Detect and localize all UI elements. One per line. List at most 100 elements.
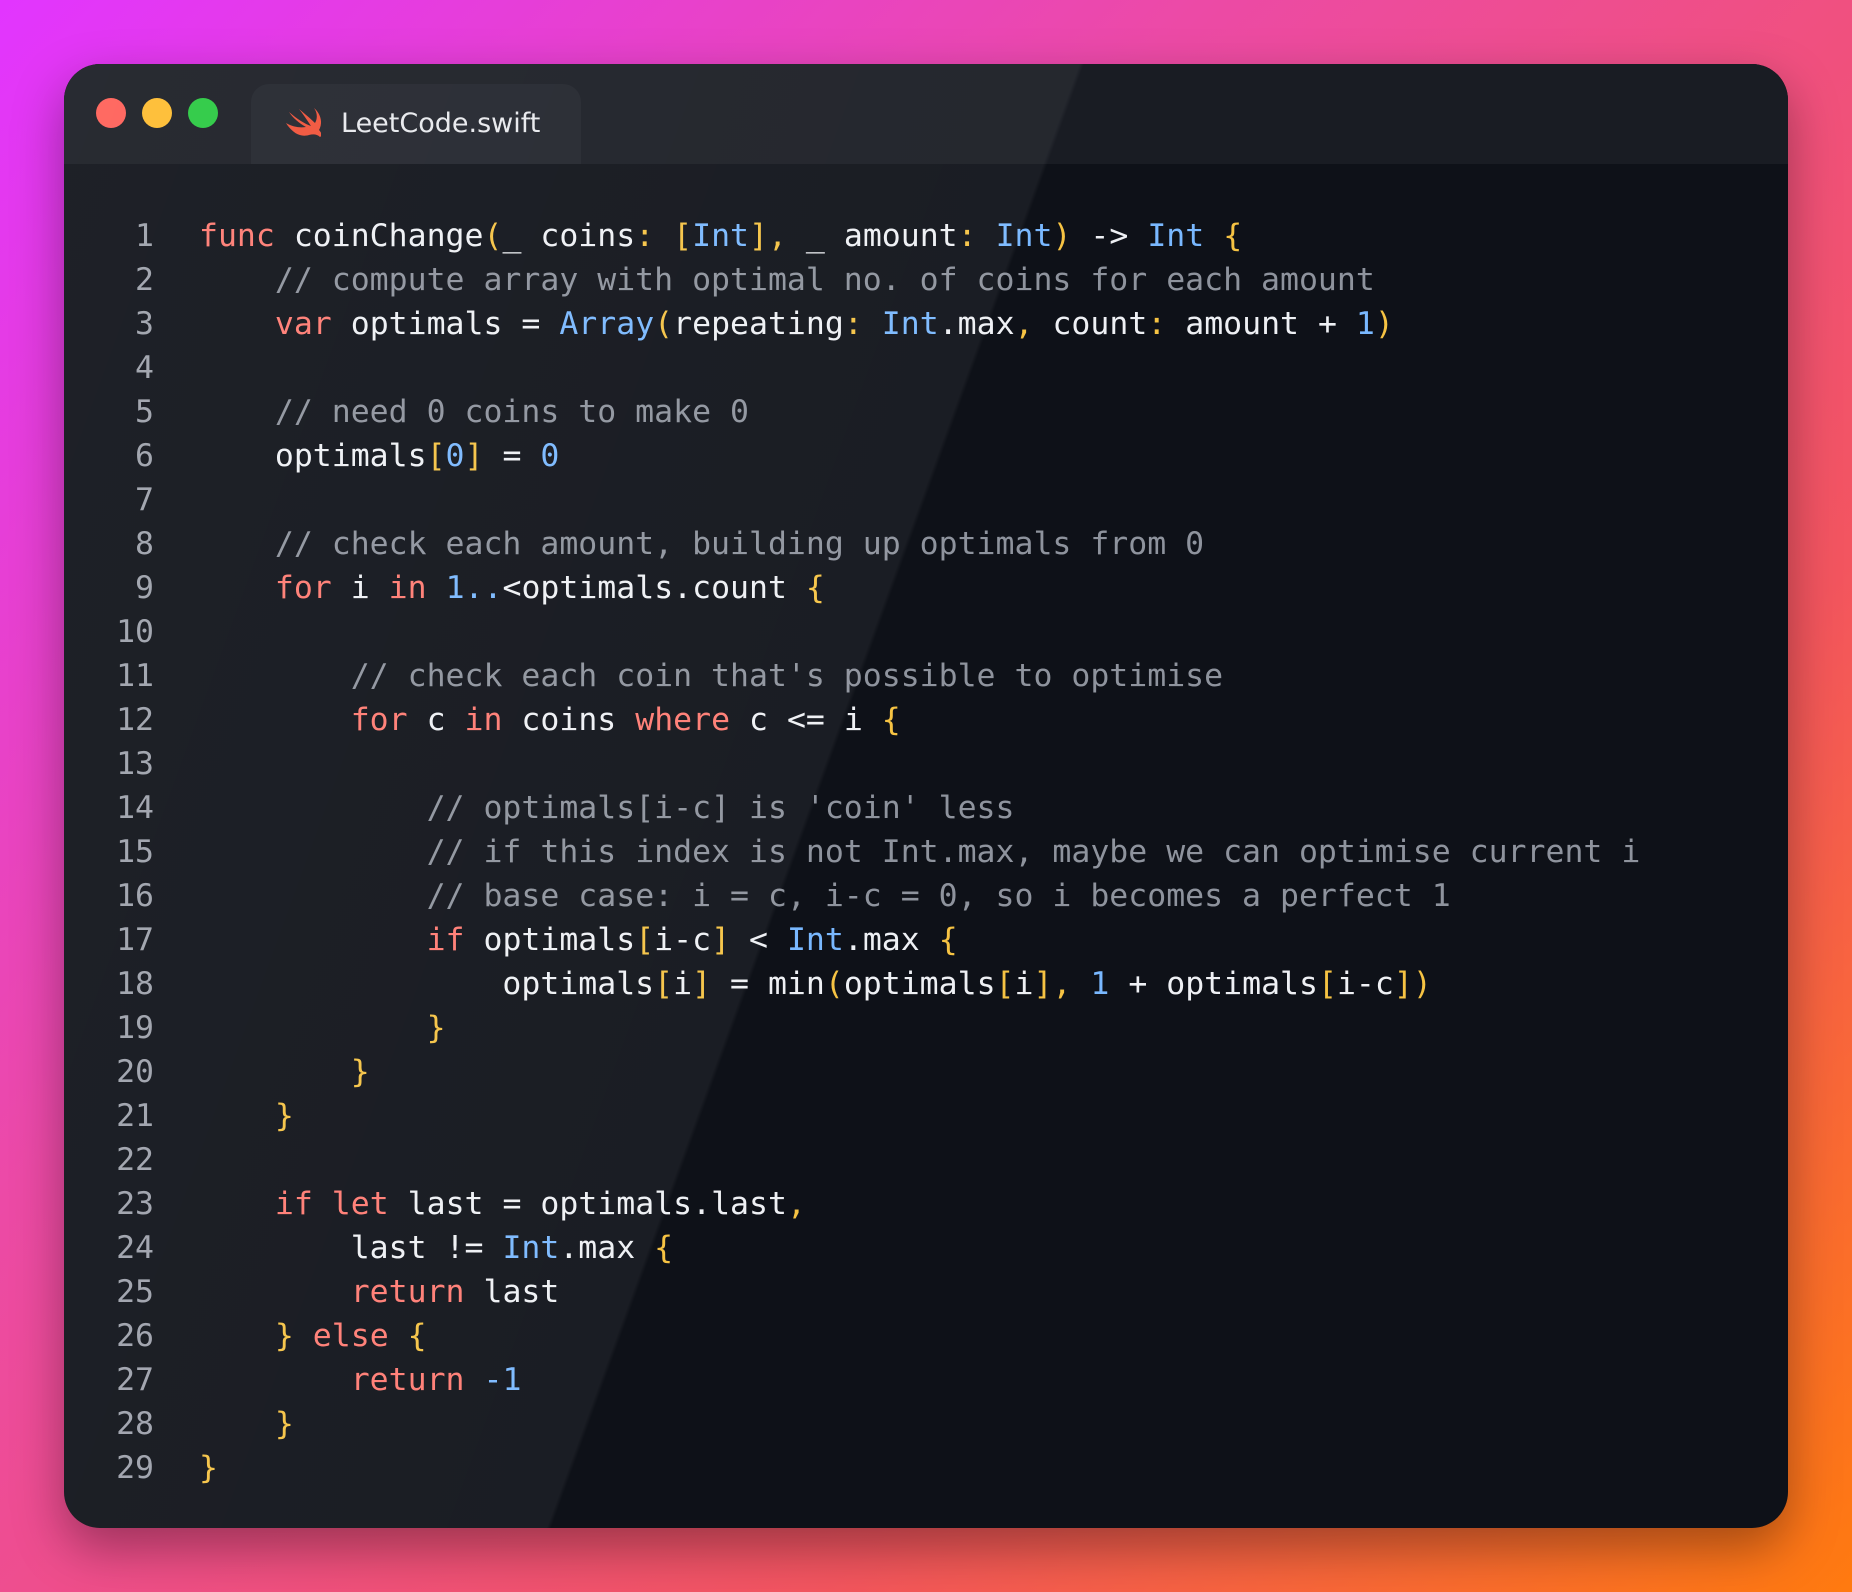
code-token: -> [1071,218,1148,254]
code-token: 1 [1355,306,1375,342]
line-source: // check each coin that's possible to op… [199,654,1223,698]
code-token: ( [654,306,674,342]
code-token: last [464,1274,560,1310]
code-token: { [1223,218,1243,254]
code-token: for [274,570,332,606]
code-token: .max [559,1230,655,1266]
line-source: optimals[0] = 0 [199,434,560,478]
code-token: , [786,1186,806,1222]
code-token: ], [1033,966,1072,1002]
code-line: 4 [64,346,1788,390]
code-token: ]) [1393,966,1432,1002]
line-number: 13 [116,746,154,782]
code-token: = min [711,966,825,1002]
code-line: 28 } [64,1402,1788,1446]
code-line: 2 // compute array with optimal no. of c… [64,258,1788,302]
line-number: 17 [116,922,154,958]
line-number: 2 [135,262,154,298]
line-source: func coinChange(_ coins: [Int], _ amount… [199,214,1242,258]
code-token: Int [786,922,844,958]
line-source: for c in coins where c <= i { [199,698,901,742]
code-line: 20 } [64,1050,1788,1094]
code-line: 11 // check each coin that's possible to… [64,654,1788,698]
code-token: { [654,1230,674,1266]
line-number: 19 [116,1010,154,1046]
line-number: 23 [116,1186,154,1222]
code-token: Int [1147,218,1205,254]
line-source: var optimals = Array(repeating: Int.max,… [199,302,1394,346]
line-number: 4 [135,350,154,386]
code-token: [ [995,966,1015,1002]
code-token: < [730,922,787,958]
code-token: Array [559,306,655,342]
code-token: coinChange [274,218,484,254]
code-token: .max [938,306,1015,342]
code-token: _ amount [786,218,958,254]
code-token: } [274,1098,294,1134]
code-line: 10 [64,610,1788,654]
code-token: optimals [843,966,996,1002]
code-line: 8 // check each amount, building up opti… [64,522,1788,566]
line-number: 29 [116,1450,154,1486]
line-source: // base case: i = c, i-c = 0, so i becom… [199,874,1451,918]
code-token: [ [1317,966,1337,1002]
code-token: return [350,1274,465,1310]
file-tab[interactable]: LeetCode.swift [251,84,581,164]
code-token: optimals [464,922,636,958]
line-source: } [199,1446,218,1490]
line-source: } [199,1006,446,1050]
code-token: <optimals.count [502,570,806,606]
code-token: // optimals[i-c] is 'coin' less [426,790,1015,826]
code-token: Int [995,218,1053,254]
line-source: } else { [199,1314,427,1358]
code-token: : [843,306,863,342]
minimize-window-button[interactable] [142,98,172,128]
code-line: 7 [64,478,1788,522]
line-source: if let last = optimals.last, [199,1182,806,1226]
code-token: in [388,570,427,606]
code-line: 27 return -1 [64,1358,1788,1402]
zoom-window-button[interactable] [188,98,218,128]
code-token: { [881,702,901,738]
code-token: Int [502,1230,560,1266]
code-token: ( [824,966,844,1002]
line-number: 15 [116,834,154,870]
code-token: coins [502,702,636,738]
code-token: i-c [654,922,712,958]
code-token: i [673,966,693,1002]
code-token: ] [692,966,712,1002]
code-token: i [1014,966,1034,1002]
line-number: 18 [116,966,154,1002]
code-token: : [1147,306,1167,342]
code-line: 29} [64,1446,1788,1490]
line-source: // if this index is not Int.max, maybe w… [199,830,1641,874]
line-source: // compute array with optimal no. of coi… [199,258,1375,302]
close-window-button[interactable] [96,98,126,128]
line-source: } [199,1094,294,1138]
code-line: 26 } else { [64,1314,1788,1358]
code-token: : [957,218,977,254]
code-token: 0 [540,438,560,474]
line-source: for i in 1..<optimals.count { [199,566,825,610]
line-source: // need 0 coins to make 0 [199,390,749,434]
line-source: } [199,1050,370,1094]
code-line: 24 last != Int.max { [64,1226,1788,1270]
code-token: if [426,922,465,958]
code-token: amount + [1166,306,1356,342]
code-token: where [635,702,731,738]
line-number: 14 [116,790,154,826]
code-line: 18 optimals[i] = min(optimals[i], 1 + op… [64,962,1788,1006]
line-number: 5 [135,394,154,430]
line-number: 11 [116,658,154,694]
code-token: optimals [199,966,655,1002]
code-editor[interactable]: 1 func coinChange(_ coins: [Int], _ amoun… [64,214,1788,1490]
line-number: 16 [116,878,154,914]
code-line: 1 func coinChange(_ coins: [Int], _ amoun… [64,214,1788,258]
